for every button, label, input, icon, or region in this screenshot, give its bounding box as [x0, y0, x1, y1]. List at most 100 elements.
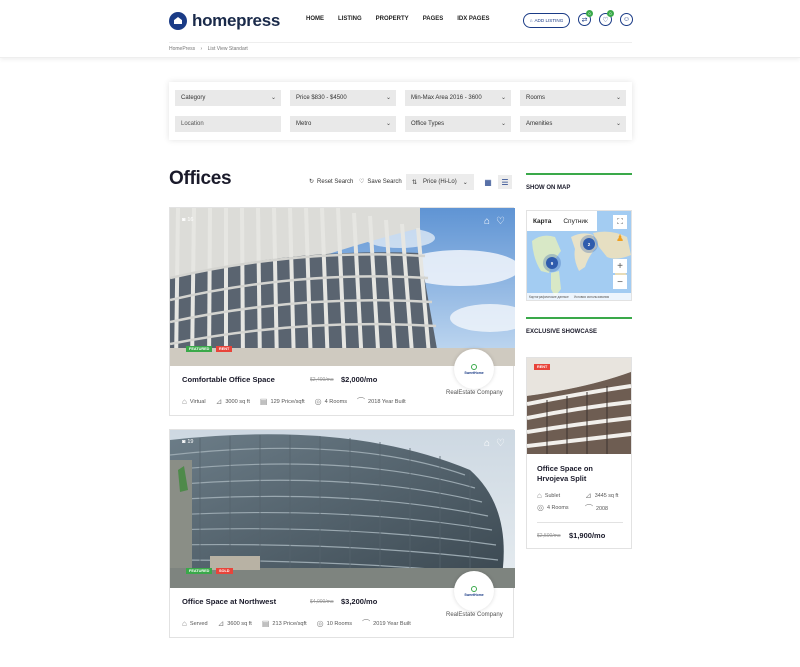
price-range-select[interactable]: Price $830 - $4500 ⌄ [290, 90, 396, 106]
agency-logo[interactable]: SweetHome [454, 571, 494, 611]
add-listing-label: ADD LISTING [534, 18, 564, 23]
photo-count-value: 19 [187, 439, 194, 445]
listing-price: $2,000/mo [341, 375, 378, 384]
sort-select[interactable]: ⇅ Price (Hi-Lo) ⌄ [406, 174, 474, 190]
location-input[interactable]: Location [175, 116, 281, 132]
plus-house-icon: ⌂ [529, 18, 533, 23]
showcase-card[interactable]: RENT Office Space on Hrvojeva Split ⌂ Sub… [526, 357, 632, 549]
featured-tag: FEATURED [186, 346, 213, 352]
map-tab-satellite[interactable]: Спутник [557, 218, 594, 225]
price-range-value: Price $830 - $4500 [296, 95, 347, 101]
listing-title[interactable]: Comfortable Office Space [182, 375, 275, 384]
compare-icon[interactable]: ⌂ [484, 438, 490, 449]
breadcrumb: HomePress › List View Standart [169, 46, 252, 52]
sort-icon: ⇅ [412, 179, 418, 186]
save-search-button[interactable]: ♡ Save Search [359, 178, 402, 186]
category-select[interactable]: Category ⌄ [175, 90, 281, 106]
grid-view-button[interactable]: ▦ [481, 175, 495, 189]
minus-icon: − [617, 276, 623, 288]
showcase-photo[interactable] [527, 358, 631, 454]
fullscreen-button[interactable]: ⛶ [613, 215, 627, 229]
agency-logo-mark [471, 363, 477, 370]
rent-tag: RENT [216, 346, 233, 352]
map-cluster[interactable]: 9 [546, 257, 558, 269]
street-view-button[interactable]: ♟ [613, 231, 627, 245]
showcase-price: $1,900/mo [569, 531, 606, 540]
heart-icon: ♡ [359, 179, 365, 185]
fullscreen-icon: ⛶ [617, 217, 623, 226]
nav-listing[interactable]: LISTING [338, 16, 362, 22]
list-icon: ☰ [501, 177, 509, 187]
agency-name[interactable]: RealEstate Company [446, 390, 503, 396]
map-widget[interactable]: Карта Спутник ⛶ ♟ + − 2 9 Картографическ… [526, 210, 632, 301]
feature-price-sqft: 213 Price/sqft [272, 620, 307, 627]
nav-property[interactable]: PROPERTY [376, 16, 409, 22]
chevron-down-icon: ⌄ [385, 95, 391, 101]
agency-logo[interactable]: SweetHome [454, 349, 494, 389]
listing-title[interactable]: Office Space at Northwest [182, 597, 276, 606]
rooms-icon: ◎ [314, 397, 322, 406]
header-divider [169, 42, 632, 43]
map-tab-map[interactable]: Карта [527, 218, 557, 225]
metro-value: Metro [296, 121, 312, 127]
reset-search-button[interactable]: ↻ Reset Search [309, 178, 353, 186]
area-range-select[interactable]: Min-Max Area 2016 - 3600 ⌄ [405, 90, 511, 106]
listing-old-price: $4,000/mo [310, 599, 334, 605]
feature-area: 3000 sq ft [225, 398, 250, 405]
zoom-out-button[interactable]: − [613, 275, 627, 289]
list-view-button[interactable]: ☰ [498, 175, 512, 189]
rooms-select[interactable]: Rooms ⌄ [520, 90, 626, 106]
heart-icon[interactable]: ♡ [496, 438, 505, 449]
chevron-down-icon: ⌄ [462, 179, 468, 186]
feature-year-built: 2019 Year Built [373, 620, 411, 627]
showcase-heading-rule [526, 317, 632, 319]
nav-pages[interactable]: PAGES [423, 16, 444, 22]
breadcrumb-home[interactable]: HomePress [169, 46, 195, 52]
compare-button[interactable]: ⇄ 0 [578, 10, 593, 26]
chevron-down-icon: ⌄ [385, 121, 391, 127]
camera-icon: ◙ [182, 439, 186, 445]
showcase-title[interactable]: Office Space on Hrvojeva Split [537, 464, 623, 484]
feature-type: Virtual [189, 398, 206, 405]
account-button[interactable]: ☺ [620, 13, 633, 26]
site-logo[interactable]: homepress [169, 11, 280, 31]
nav-home[interactable]: HOME [306, 16, 324, 22]
agency-logo-text: SweetHome [464, 592, 484, 597]
add-listing-button[interactable]: ⌂ ADD LISTING [523, 13, 570, 28]
pegman-icon: ♟ [615, 232, 625, 243]
favorites-button[interactable]: ♡ 0 [599, 10, 614, 26]
price-sqft-icon: ▤ [261, 619, 270, 628]
search-filters: Category ⌄ Price $830 - $4500 ⌄ Min-Max Ar… [169, 82, 632, 140]
listing-card[interactable]: ◙ 19 ⌂ ♡ FEATURED SOLD Office Space at No… [169, 429, 515, 638]
map-cluster[interactable]: 2 [583, 238, 595, 250]
featured-tag: FEATURED [186, 568, 213, 574]
photo-count-value: 16 [187, 217, 194, 223]
listing-features: ⌂ Served ⊿ 3600 sq ft ▤ 213 Price/sqft ◎ 10 … [182, 618, 411, 629]
amenities-select[interactable]: Amenities ⌄ [520, 116, 626, 132]
logo-text: homepress [192, 11, 281, 30]
feature-rooms: 10 Rooms [326, 620, 353, 627]
map-attribution: Картографические данные Условия использо… [527, 293, 631, 300]
office-types-select[interactable]: Office Types ⌄ [405, 116, 511, 132]
agency-name[interactable]: RealEstate Company [446, 612, 503, 618]
chevron-down-icon: ⌄ [500, 95, 506, 101]
main-nav: HOME LISTING PROPERTY PAGES IDX PAGES [306, 16, 489, 22]
listing-photo[interactable]: ◙ 16 ⌂ ♡ FEATURED RENT [170, 208, 515, 366]
map-data-credit[interactable]: Картографические данные [529, 295, 569, 299]
nav-idx-pages[interactable]: IDX PAGES [457, 16, 489, 22]
map-terms-link[interactable]: Условия использования [574, 295, 609, 299]
listing-photo[interactable]: ◙ 19 ⌂ ♡ FEATURED SOLD [170, 430, 515, 588]
photo-count: ◙ 19 [182, 439, 193, 445]
zoom-in-button[interactable]: + [613, 259, 627, 273]
heart-icon[interactable]: ♡ [496, 216, 505, 227]
reset-icon: ↻ [309, 179, 315, 185]
listing-old-price: $2,400/mo [310, 377, 334, 383]
showcase-area: ⊿ 3445 sq ft [585, 491, 618, 500]
compare-icon[interactable]: ⌂ [484, 216, 490, 227]
showcase-type: ⌂ Sublet [537, 491, 560, 500]
user-icon: ☺ [622, 16, 631, 23]
metro-select[interactable]: Metro ⌄ [290, 116, 396, 132]
listing-card[interactable]: ◙ 16 ⌂ ♡ FEATURED RENT Comfortable Office… [169, 207, 515, 416]
map-heading-rule [526, 173, 632, 175]
heart-icon: ♡ [602, 16, 609, 24]
